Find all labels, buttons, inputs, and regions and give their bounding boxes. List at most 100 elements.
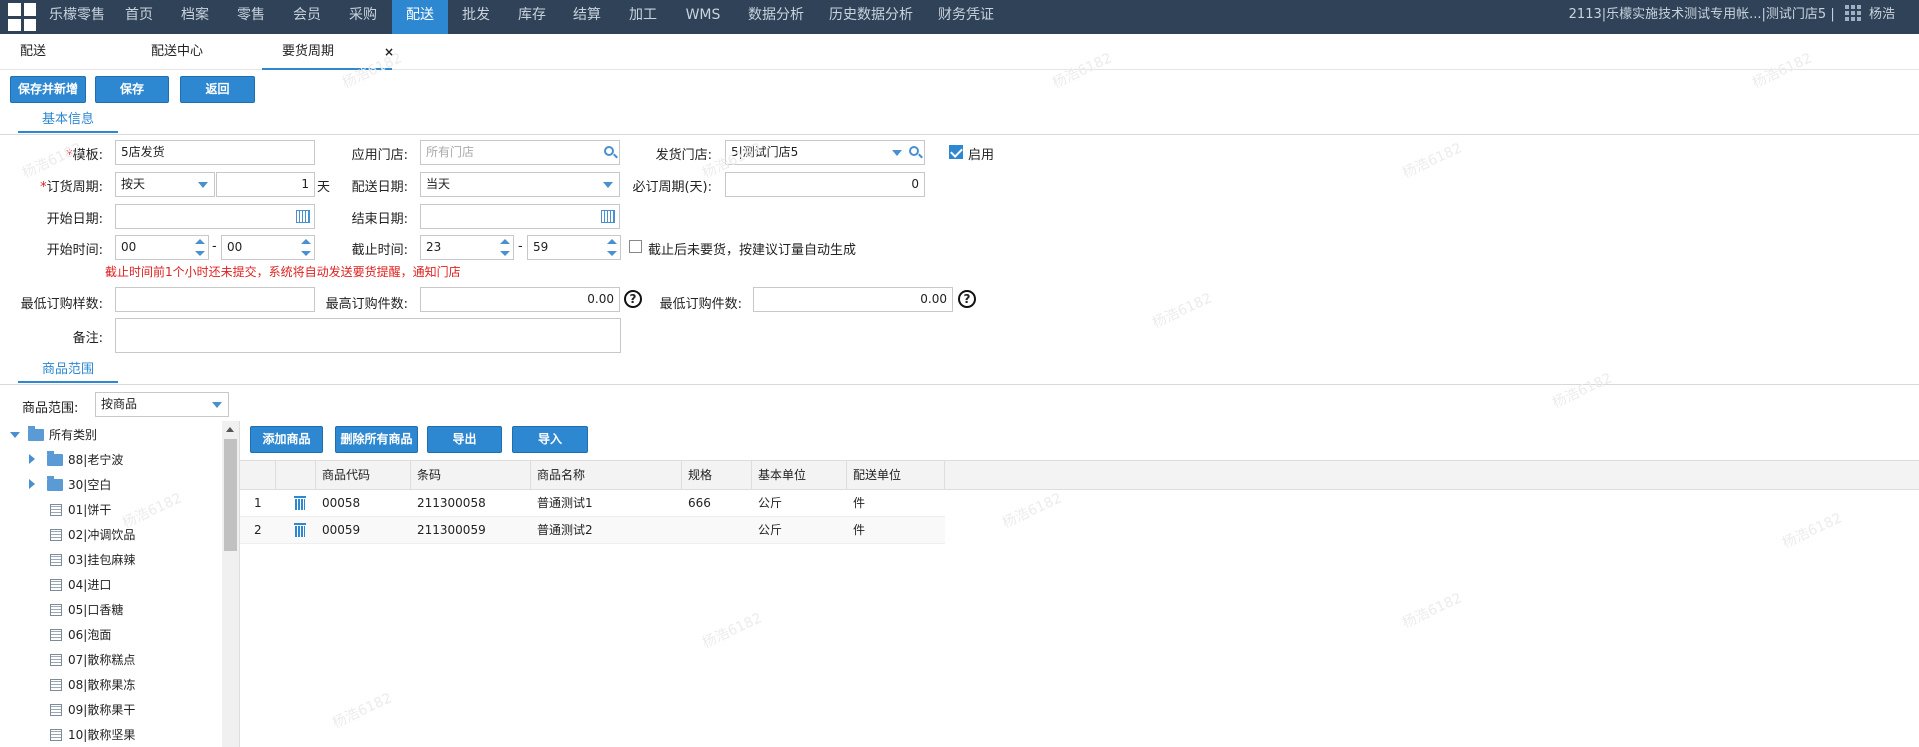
column-header-barcode[interactable]: 条码 [411,461,531,489]
ship-store-select[interactable]: 5|测试门店5 [725,140,925,165]
tree-leaf-item[interactable]: 05|口香糖 [50,599,123,621]
spinner-icon[interactable] [607,238,617,257]
start-hour-input[interactable]: 00 [115,235,209,260]
chevron-down-icon[interactable] [603,182,613,188]
app-name[interactable]: 乐檬零售 [42,0,112,34]
add-product-button[interactable]: 添加商品 [250,426,323,453]
scrollbar-thumb[interactable] [224,439,237,551]
caret-right-icon[interactable] [29,479,35,489]
cycle-value-input[interactable]: 1 [216,172,315,197]
tree-folder-item[interactable]: 30|空白 [29,474,111,496]
range-select[interactable]: 按商品 [95,392,229,417]
auto-generate-checkbox[interactable] [629,240,642,253]
tree-leaf-item[interactable]: 04|进口 [50,574,111,596]
nav-item-purchase[interactable]: 采购 [342,0,384,34]
company-store-label[interactable]: 2113|乐檬实施技术测试专用帐...|测试门店5 [1569,7,1827,22]
trash-icon[interactable] [294,496,306,510]
nav-item-history-analysis[interactable]: 历史数据分析 [828,0,914,34]
nav-item-home[interactable]: 首页 [118,0,160,34]
tab-order-cycle[interactable]: 要货周期 × [262,34,394,70]
cutoff-min-input[interactable]: 59 [527,235,621,260]
required-cycle-input[interactable]: 0 [725,172,925,197]
close-icon[interactable]: × [384,34,394,70]
nav-item-distribution[interactable]: 配送 [392,0,448,34]
store-input[interactable]: 所有门店 [420,140,620,165]
import-button[interactable]: 导入 [512,426,588,453]
cutoff-hour-input[interactable]: 23 [420,235,514,260]
column-header-base-unit[interactable]: 基本单位 [752,461,847,489]
scroll-up-icon[interactable] [226,427,234,432]
dash: - [212,239,217,254]
start-date-input[interactable] [115,204,315,229]
tree-leaf-item[interactable]: 02|冲调饮品 [50,524,135,546]
nav-item-wms[interactable]: WMS [680,0,726,34]
cell-barcode: 211300058 [417,496,486,510]
nav-item-processing[interactable]: 加工 [622,0,664,34]
tree-leaf-item[interactable]: 09|散称果干 [50,699,135,721]
tree-leaf-item[interactable]: 08|散称果冻 [50,674,135,696]
tree-leaf-item[interactable]: 06|泡面 [50,624,111,646]
ship-date-select[interactable]: 当天 [420,172,620,197]
nav-item-member[interactable]: 会员 [286,0,328,34]
template-input[interactable]: 5店发货 [115,140,315,165]
enable-checkbox[interactable] [949,145,963,159]
spinner-icon[interactable] [500,238,510,257]
help-icon[interactable]: ? [958,290,976,308]
max-qty-label: 最高订购件数: [325,297,408,312]
nav-item-inventory[interactable]: 库存 [511,0,553,34]
min-sku-input[interactable] [115,287,315,312]
nav-item-archive[interactable]: 档案 [174,0,216,34]
start-date-label: 开始日期: [46,212,103,227]
tree-scrollbar[interactable] [222,421,239,747]
start-min-input[interactable]: 00 [221,235,315,260]
search-icon[interactable] [604,146,614,156]
column-header-ship-unit[interactable]: 配送单位 [847,461,945,489]
chevron-down-icon[interactable] [892,150,902,156]
app-grid-icon[interactable] [8,3,36,31]
save-and-new-button[interactable]: 保存并新增 [10,76,86,103]
caret-right-icon[interactable] [29,454,35,464]
remark-textarea[interactable] [115,318,621,353]
nav-item-wholesale[interactable]: 批发 [456,0,496,34]
chevron-down-icon[interactable] [212,402,222,408]
save-button[interactable]: 保存 [95,76,169,103]
column-header-code[interactable]: 商品代码 [316,461,411,489]
min-qty-input[interactable]: 0.00 [753,287,953,312]
tree-leaf-item[interactable]: 03|挂包麻辣 [50,549,135,571]
grid-icon[interactable] [1844,5,1861,21]
tree-leaf-item[interactable]: 10|散称坚果 [50,724,135,746]
search-icon[interactable] [909,146,919,156]
help-icon[interactable]: ? [624,290,642,308]
caret-down-icon[interactable] [10,432,20,438]
nav-item-finance-voucher[interactable]: 财务凭证 [936,0,996,34]
back-button[interactable]: 返回 [180,76,255,103]
column-header-name[interactable]: 商品名称 [531,461,682,489]
end-date-input[interactable] [420,204,620,229]
category-icon [50,704,62,716]
column-header-spec[interactable]: 规格 [682,461,752,489]
spinner-icon[interactable] [195,238,205,257]
tree-folder-item[interactable]: 88|老宁波 [29,449,123,471]
user-name[interactable]: 杨浩 [1869,7,1895,22]
calendar-icon[interactable] [601,210,615,223]
cycle-unit-select[interactable]: 按天 [115,172,215,197]
tree-root[interactable]: 所有类别 [10,424,97,446]
dash: - [518,239,523,254]
tree-leaf-item[interactable]: 01|饼干 [50,499,111,521]
table-row[interactable]: 1 00058 211300058 普通测试1 666 公斤 件 [240,490,945,517]
tree-leaf-item[interactable]: 07|散称糕点 [50,649,135,671]
export-button[interactable]: 导出 [427,426,502,453]
nav-item-settlement[interactable]: 结算 [566,0,608,34]
trash-icon[interactable] [294,523,306,537]
delete-all-products-button[interactable]: 删除所有商品 [335,426,418,453]
tab-distribution[interactable]: 配送 [20,34,46,70]
nav-item-retail[interactable]: 零售 [230,0,272,34]
spinner-icon[interactable] [301,238,311,257]
table-row[interactable]: 2 00059 211300059 普通测试2 公斤 件 [240,517,945,544]
calendar-icon[interactable] [296,210,310,223]
nav-item-data-analysis[interactable]: 数据分析 [746,0,806,34]
tab-distribution-center[interactable]: 配送中心 [151,34,203,70]
max-qty-input[interactable]: 0.00 [420,287,620,312]
category-icon [50,554,62,566]
chevron-down-icon[interactable] [198,182,208,188]
